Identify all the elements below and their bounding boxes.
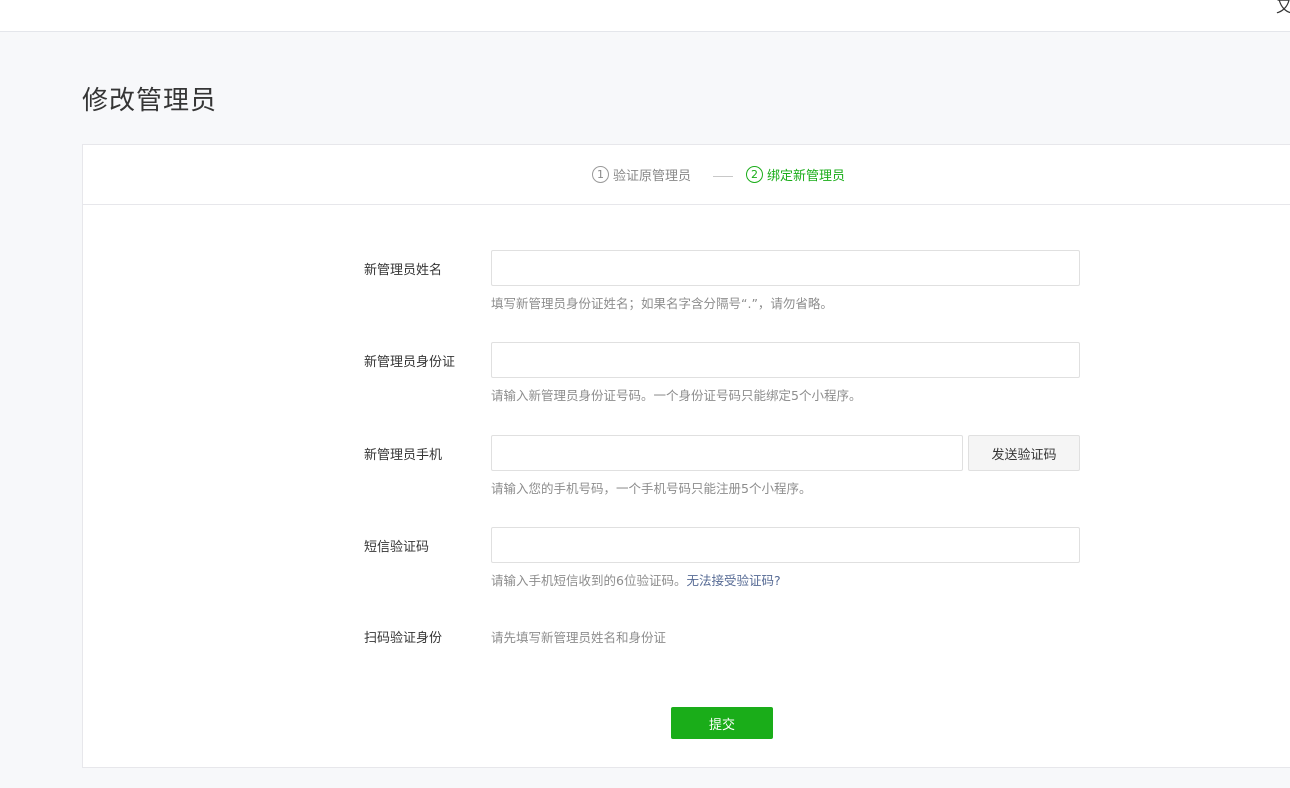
name-hint: 填写新管理员身份证姓名；如果名字含分隔号“.”，请勿省略。	[491, 296, 833, 311]
page-title: 修改管理员	[82, 86, 218, 116]
sms-code-input[interactable]	[491, 527, 1080, 563]
step-divider	[713, 176, 733, 177]
top-bar: 又	[0, 0, 1290, 32]
id-card-label: 新管理员身份证	[364, 355, 456, 370]
step-2-number: 2	[746, 166, 763, 183]
name-label: 新管理员姓名	[364, 263, 443, 278]
scan-hint: 请先填写新管理员姓名和身份证	[491, 630, 667, 645]
corner-glyph: 又	[1275, 0, 1290, 16]
step-1-number: 1	[592, 166, 609, 183]
phone-label: 新管理员手机	[364, 448, 443, 463]
step-1-label: 验证原管理员	[613, 169, 692, 184]
id-card-hint: 请输入新管理员身份证号码。一个身份证号码只能绑定5个小程序。	[491, 388, 862, 403]
step-1: 1 验证原管理员	[592, 165, 691, 184]
submit-button[interactable]: 提交	[671, 707, 773, 739]
step-indicator: 1 验证原管理员 2 绑定新管理员	[83, 145, 1290, 205]
sms-code-label: 短信验证码	[364, 540, 430, 555]
id-card-input[interactable]	[491, 342, 1080, 378]
step-2: 2 绑定新管理员	[746, 165, 845, 184]
step-2-label: 绑定新管理员	[767, 169, 846, 184]
send-code-button[interactable]: 发送验证码	[968, 435, 1080, 471]
phone-input[interactable]	[491, 435, 963, 471]
sms-code-hint-text: 请输入手机短信收到的6位验证码。	[491, 573, 687, 588]
scan-label: 扫码验证身份	[364, 631, 443, 646]
sms-code-hint: 请输入手机短信收到的6位验证码。无法接受验证码?	[491, 570, 781, 589]
form-card: 1 验证原管理员 2 绑定新管理员 新管理员姓名 填写新管理员身份证姓名；如果名…	[82, 144, 1290, 768]
cannot-receive-code-link[interactable]: 无法接受验证码?	[686, 573, 780, 588]
name-input[interactable]	[491, 250, 1080, 286]
phone-hint: 请输入您的手机号码，一个手机号码只能注册5个小程序。	[491, 481, 812, 496]
